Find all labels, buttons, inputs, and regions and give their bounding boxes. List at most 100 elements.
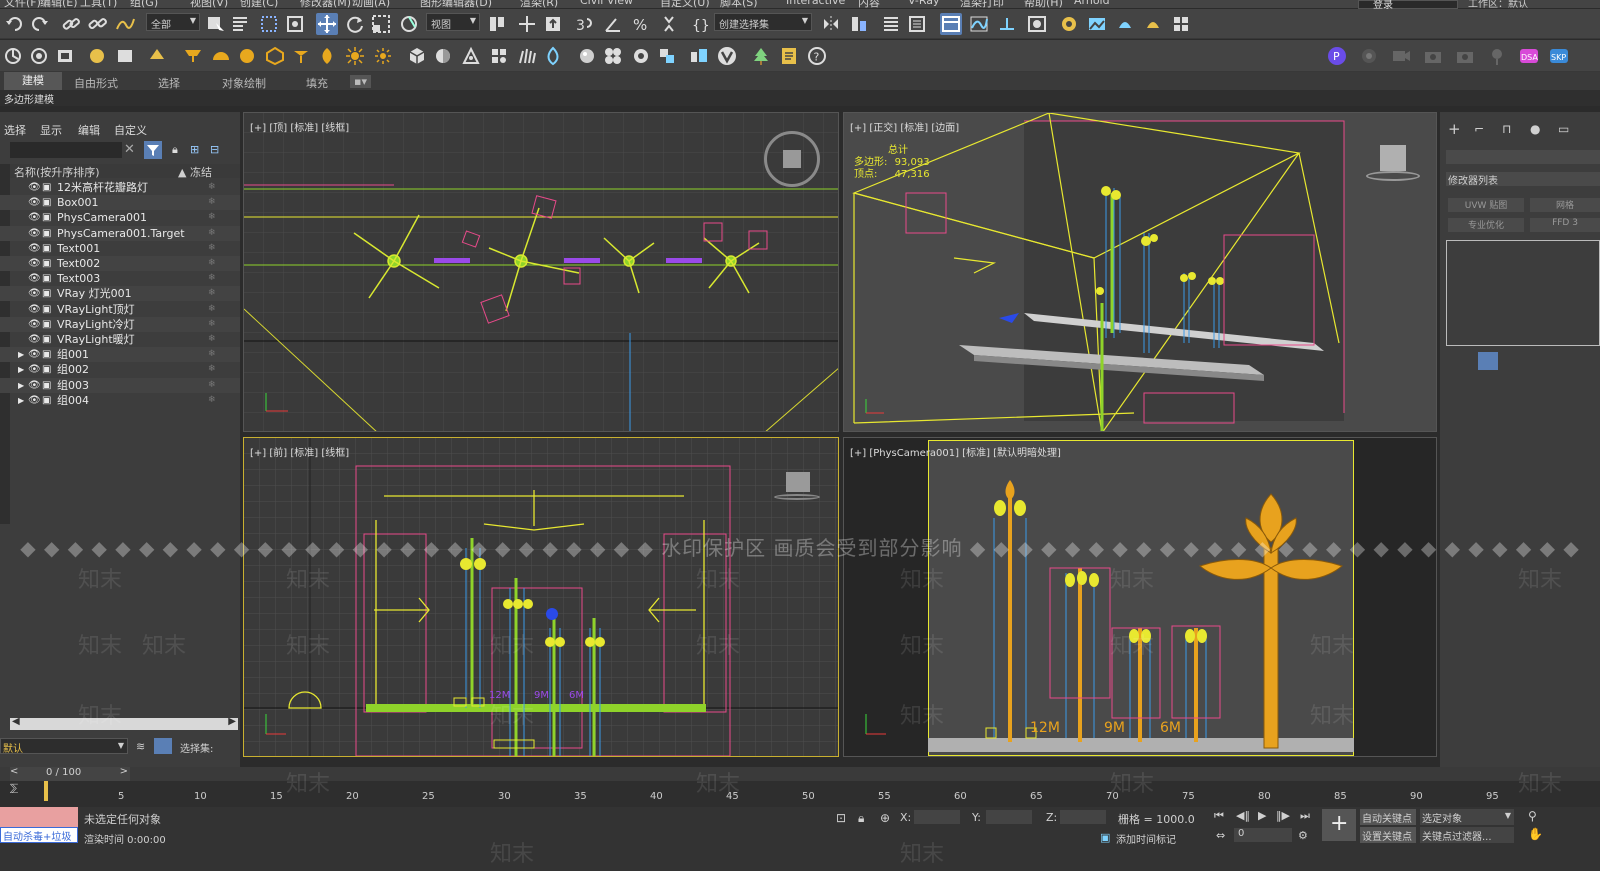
window-crossing-icon[interactable] bbox=[284, 13, 306, 35]
menu-select[interactable]: 选择 bbox=[4, 122, 26, 138]
viewcube-front-icon[interactable] bbox=[774, 470, 820, 502]
menu-item[interactable]: 创建(C) bbox=[240, 0, 278, 8]
material-browser-icon[interactable] bbox=[630, 45, 652, 67]
camera-icon[interactable] bbox=[1422, 45, 1444, 67]
light-spot-icon[interactable] bbox=[182, 45, 204, 67]
hierarchy-tab-icon[interactable]: ⊓ bbox=[1502, 122, 1511, 136]
render-production-icon[interactable] bbox=[1114, 13, 1136, 35]
select-by-name-icon[interactable] bbox=[230, 13, 252, 35]
lock-selection-icon[interactable]: 🔒︎ bbox=[858, 811, 864, 826]
z-coord-field[interactable] bbox=[1060, 810, 1106, 824]
prev-frame-icon[interactable]: < bbox=[10, 766, 18, 777]
maxscript-listener[interactable] bbox=[0, 807, 78, 827]
scene-row[interactable]: 👁︎ ▣ Box001 ❄ bbox=[0, 195, 240, 211]
scene-row[interactable]: ▶ 👁︎ ▣ 组002 ❄ bbox=[0, 362, 240, 377]
vray-toon-icon[interactable] bbox=[432, 45, 454, 67]
scale-icon[interactable] bbox=[370, 13, 392, 35]
viewcube-icon[interactable] bbox=[783, 150, 801, 168]
viewcube-compass-icon[interactable] bbox=[764, 131, 820, 187]
select-object-icon[interactable] bbox=[204, 13, 226, 35]
create-tab-icon[interactable]: + bbox=[1448, 120, 1461, 138]
tree-icon[interactable] bbox=[750, 45, 772, 67]
percent-snap-icon[interactable]: % bbox=[630, 13, 652, 35]
pan-icon[interactable]: ✋ bbox=[1528, 827, 1543, 841]
scene-row[interactable]: ▶ 👁︎ ▣ 组004 ❄ bbox=[0, 393, 240, 408]
selection-filter-dropdown[interactable]: 全部 ▼ bbox=[146, 13, 200, 31]
time-slider[interactable]: < 0 / 100 > bbox=[10, 766, 130, 781]
uvw-map-button[interactable]: UVW 贴图 bbox=[1448, 198, 1524, 212]
light-dome-icon[interactable] bbox=[210, 45, 232, 67]
lock-icon[interactable]: 🔒︎ bbox=[172, 143, 178, 157]
rotate-icon[interactable] bbox=[344, 13, 366, 35]
visibility-eye-icon[interactable]: 👁︎ bbox=[28, 241, 41, 256]
hierarchy-icon[interactable]: ⊞ bbox=[190, 143, 199, 156]
viewport-front[interactable]: [+] [前] [标准] [线框] 12M 9M 6M bbox=[243, 437, 839, 757]
curve-editor-icon[interactable] bbox=[968, 13, 990, 35]
next-key-icon[interactable]: ‖▶ bbox=[1276, 809, 1290, 822]
visibility-eye-icon[interactable]: 👁︎ bbox=[28, 226, 41, 241]
freeze-icon[interactable]: ❄ bbox=[208, 256, 216, 271]
viewport-top[interactable]: [+] [顶] [标准] [线框] bbox=[243, 112, 839, 432]
viewport-camera[interactable]: [+] [PhysCamera001] [标准] [默认明暗处理] 12M 9M… bbox=[843, 437, 1437, 757]
toggle-ribbon-icon[interactable] bbox=[940, 13, 962, 35]
filter-icon[interactable] bbox=[144, 141, 162, 159]
sphere-icon[interactable] bbox=[576, 45, 598, 67]
menu-item[interactable]: 渲染(R) bbox=[520, 0, 558, 8]
vray-sun-icon[interactable] bbox=[28, 45, 50, 67]
modifier-stack[interactable] bbox=[1446, 240, 1600, 346]
edit-named-sel-icon[interactable]: {} bbox=[690, 13, 712, 35]
visibility-eye-icon[interactable]: 👁︎ bbox=[28, 210, 41, 225]
object-name-field[interactable] bbox=[1446, 150, 1600, 164]
pro-optimizer-button[interactable]: 专业优化 bbox=[1448, 218, 1524, 232]
menu-item[interactable]: Arnold bbox=[1074, 0, 1110, 7]
track-bar[interactable]: ⅀ 5 10 15 20 25 30 35 40 45 50 55 60 65 70 75 80 85 90 95 bbox=[0, 781, 1600, 807]
scene-row[interactable]: 👁︎ ▣ VRayLight冷灯 ❄ bbox=[0, 316, 240, 332]
menu-item[interactable]: 组(G) bbox=[130, 0, 158, 8]
rect-selection-icon[interactable] bbox=[258, 13, 280, 35]
pivot-icon[interactable] bbox=[486, 13, 508, 35]
expand-arrow-icon[interactable]: ▶ bbox=[18, 378, 24, 393]
visibility-eye-icon[interactable]: 👁︎ bbox=[28, 317, 41, 332]
vray-plane-icon[interactable] bbox=[146, 45, 168, 67]
mesh-button[interactable]: 网格 bbox=[1530, 198, 1600, 212]
login-dropdown[interactable]: 登录 bbox=[1358, 0, 1458, 11]
scroll-right-icon[interactable]: ▶ bbox=[228, 716, 236, 727]
auto-key-button[interactable]: 自动关键点 bbox=[1360, 809, 1416, 825]
visibility-eye-icon[interactable]: 👁︎ bbox=[28, 302, 41, 317]
keyboard-shortcut-icon[interactable] bbox=[542, 13, 564, 35]
vray-material-icon[interactable] bbox=[406, 45, 428, 67]
tab-selection[interactable]: 选择 bbox=[158, 75, 180, 91]
menu-item[interactable]: 视图(V) bbox=[190, 0, 228, 8]
key-filters-button[interactable]: 关键点过滤器... bbox=[1420, 827, 1514, 843]
tab-object-paint[interactable]: 对象绘制 bbox=[222, 75, 266, 91]
scene-hscrollbar[interactable]: ◀ ▶ bbox=[10, 716, 238, 730]
unlink-icon[interactable] bbox=[86, 13, 108, 35]
rendered-frame-icon[interactable] bbox=[1086, 13, 1108, 35]
visibility-eye-icon[interactable]: 👁︎ bbox=[28, 195, 41, 210]
zoom-icon[interactable]: ⚲ bbox=[1528, 809, 1537, 823]
key-mode-icon[interactable]: ⇔ bbox=[1216, 829, 1225, 842]
light-sphere-icon[interactable] bbox=[236, 45, 258, 67]
freeze-icon[interactable]: ❄ bbox=[208, 210, 216, 225]
menu-item[interactable]: 工具(T) bbox=[80, 0, 117, 8]
menu-item[interactable]: 帮助(H) bbox=[1024, 0, 1063, 8]
render-iterative-icon[interactable] bbox=[1142, 13, 1164, 35]
selected-object-dropdown[interactable]: 选定对象 ▼ bbox=[1420, 809, 1514, 825]
layer-manager-icon[interactable] bbox=[880, 13, 902, 35]
visibility-eye-icon[interactable]: 👁︎ bbox=[28, 332, 41, 347]
placement-icon[interactable] bbox=[398, 13, 420, 35]
modifier-list-dropdown[interactable]: 修改器列表 bbox=[1446, 172, 1600, 187]
snap-3d-icon[interactable]: 3 bbox=[574, 13, 596, 35]
ref-coord-dropdown[interactable]: 视图 ▼ bbox=[426, 13, 480, 31]
visibility-eye-icon[interactable]: 👁︎ bbox=[28, 393, 41, 408]
named-selection-set-dropdown[interactable]: 创建选择集 ▼ bbox=[714, 13, 812, 31]
link-icon[interactable] bbox=[60, 13, 82, 35]
sel-set-toggle-icon[interactable] bbox=[154, 738, 172, 754]
expand-arrow-icon[interactable]: ▶ bbox=[18, 347, 24, 362]
scene-row[interactable]: ▶ 👁︎ ▣ 组003 ❄ bbox=[0, 377, 240, 393]
hierarchy-alt-icon[interactable]: ⊟ bbox=[210, 143, 219, 156]
render-cloud-icon[interactable] bbox=[1170, 13, 1192, 35]
menu-item[interactable]: 动画(A) bbox=[352, 0, 390, 8]
time-marker[interactable] bbox=[44, 781, 48, 801]
scene-row[interactable]: ▶ 👁︎ ▣ 组001 ❄ bbox=[0, 347, 240, 363]
